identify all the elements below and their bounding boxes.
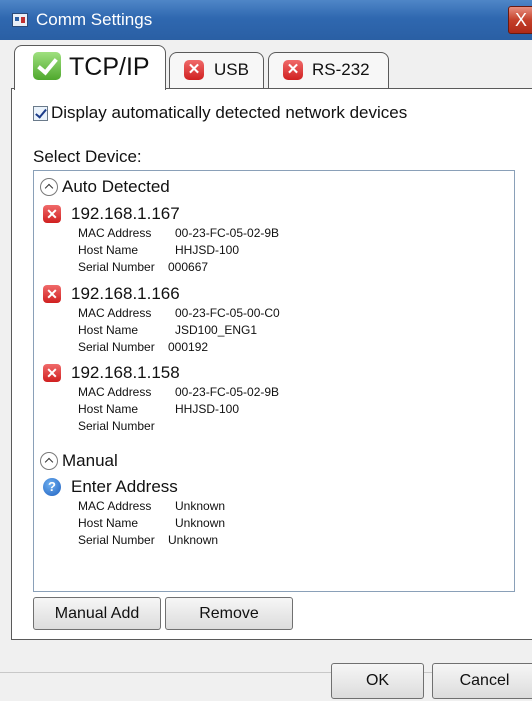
mac-value: 00-23-FC-05-00-C0 — [175, 306, 280, 320]
mac-value: 00-23-FC-05-02-9B — [175, 385, 280, 399]
device-mac-row: MAC Address 00-23-FC-05-02-9B — [78, 385, 279, 399]
device-ip[interactable]: 192.168.1.158 — [71, 363, 180, 383]
title-bar: Comm Settings X — [0, 0, 532, 40]
cancel-button[interactable]: Cancel — [432, 663, 532, 699]
host-label: Host Name — [78, 323, 139, 337]
host-label: Host Name — [78, 243, 139, 257]
host-value: HHJSD-100 — [175, 402, 240, 416]
device-mac-row: MAC Address 00-23-FC-05-02-9B — [78, 226, 279, 240]
manual-host-row: Host Name Unknown — [78, 516, 225, 530]
collapse-icon[interactable] — [40, 178, 58, 196]
device-host-row: Host Name HHJSD-100 — [78, 243, 239, 257]
manual-add-button[interactable]: Manual Add — [33, 597, 161, 630]
remove-button[interactable]: Remove — [165, 597, 293, 630]
device-host-row: Host Name HHJSD-100 — [78, 402, 239, 416]
serial-label: Serial Number — [78, 260, 155, 274]
comm-settings-window: Comm Settings X TCP/IP ✕ USB ✕ RS-232 Di… — [0, 0, 532, 701]
tab-usb-label: USB — [214, 60, 249, 79]
x-icon: ✕ — [43, 364, 61, 382]
tab-rs-232[interactable]: ✕ RS-232 — [268, 52, 389, 88]
x-icon: ✕ — [43, 285, 61, 303]
host-label: Host Name — [78, 516, 139, 530]
device-ip[interactable]: 192.168.1.166 — [71, 284, 180, 304]
select-device-label: Select Device: — [33, 147, 142, 166]
auto-detect-checkbox[interactable] — [33, 106, 48, 121]
group-auto-detected[interactable]: Auto Detected — [62, 177, 170, 197]
device-serial-row: Serial Number 000192 — [78, 340, 208, 354]
device-host-row: Host Name JSD100_ENG1 — [78, 323, 257, 337]
host-value: Unknown — [175, 516, 226, 530]
tab-tcp-ip-label: TCP/IP — [69, 53, 150, 81]
host-value: HHJSD-100 — [175, 243, 240, 257]
serial-label: Serial Number — [78, 419, 155, 433]
mac-label: MAC Address — [78, 385, 152, 399]
x-icon: ✕ — [43, 205, 61, 223]
check-icon — [33, 52, 61, 80]
tab-tcp-ip[interactable]: TCP/IP — [14, 45, 166, 90]
host-label: Host Name — [78, 402, 139, 416]
manual-serial-row: Serial Number Unknown — [78, 533, 218, 547]
tab-usb[interactable]: ✕ USB — [169, 52, 264, 88]
device-serial-row: Serial Number — [78, 419, 155, 433]
auto-detect-label[interactable]: Display automatically detected network d… — [51, 103, 407, 123]
x-icon: ✕ — [283, 60, 303, 80]
device-list[interactable]: Auto Detected ✕ 192.168.1.167 MAC Addres… — [33, 170, 515, 592]
serial-label: Serial Number — [78, 533, 155, 547]
host-value: JSD100_ENG1 — [175, 323, 258, 337]
mac-label: MAC Address — [78, 306, 152, 320]
ok-button[interactable]: OK — [331, 663, 424, 699]
mac-label: MAC Address — [78, 499, 152, 513]
serial-value: 000667 — [168, 260, 209, 274]
x-icon: ✕ — [184, 60, 204, 80]
serial-value: 000192 — [168, 340, 209, 354]
window-title: Comm Settings — [36, 10, 153, 29]
mac-value: Unknown — [175, 499, 226, 513]
app-icon — [12, 13, 28, 27]
serial-label: Serial Number — [78, 340, 155, 354]
mac-label: MAC Address — [78, 226, 152, 240]
serial-value: Unknown — [168, 533, 219, 547]
close-button[interactable]: X — [508, 6, 532, 34]
mac-value: 00-23-FC-05-02-9B — [175, 226, 280, 240]
device-ip[interactable]: 192.168.1.167 — [71, 204, 180, 224]
manual-mac-row: MAC Address Unknown — [78, 499, 225, 513]
device-mac-row: MAC Address 00-23-FC-05-00-C0 — [78, 306, 280, 320]
device-serial-row: Serial Number 000667 — [78, 260, 208, 274]
tab-rs-232-label: RS-232 — [312, 60, 370, 79]
collapse-icon[interactable] — [40, 452, 58, 470]
group-manual[interactable]: Manual — [62, 451, 118, 471]
enter-address-item[interactable]: Enter Address — [71, 477, 178, 497]
question-icon: ? — [43, 478, 61, 496]
